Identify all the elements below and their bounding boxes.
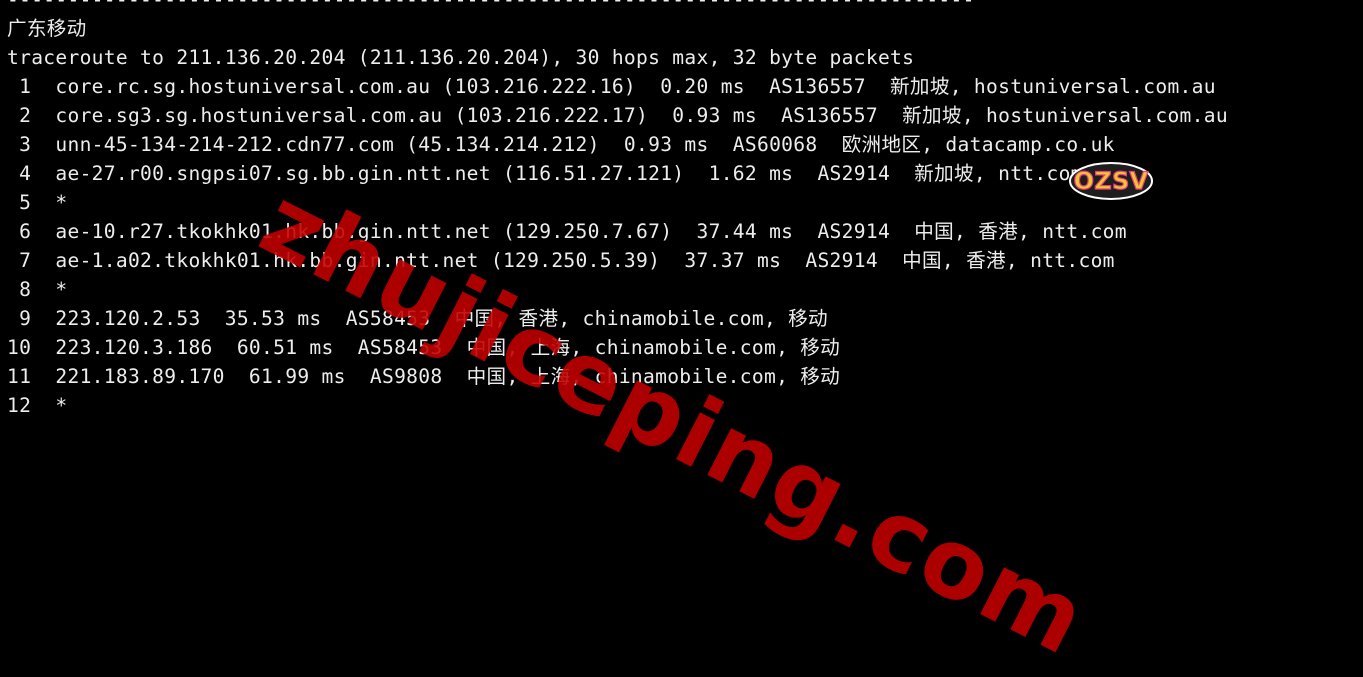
hop-line-10: 10 223.120.3.186 60.51 ms AS58453 中国, 上海… [7, 336, 841, 359]
hop-line-11: 11 221.183.89.170 61.99 ms AS9808 中国, 上海… [7, 365, 841, 388]
hop-line-1: 1 core.rc.sg.hostuniversal.com.au (103.2… [7, 75, 1216, 98]
hop-line-7: 7 ae-1.a02.tkokhk01.hk.bb.gin.ntt.net (1… [7, 249, 1115, 272]
hop-line-4: 4 ae-27.r00.sngpsi07.sg.bb.gin.ntt.net (… [7, 162, 1083, 185]
hop-line-3: 3 unn-45-134-214-212.cdn77.com (45.134.2… [7, 133, 1115, 156]
hop-line-12: 12 * [7, 394, 68, 417]
hop-line-8: 8 * [7, 278, 68, 301]
hop-line-5: 5 * [7, 191, 68, 214]
hop-line-6: 6 ae-10.r27.tkokhk01.hk.bb.gin.ntt.net (… [7, 220, 1127, 243]
hop-line-9: 9 223.120.2.53 35.53 ms AS58453 中国, 香港, … [7, 307, 828, 330]
traceroute-command: traceroute to 211.136.20.204 (211.136.20… [7, 46, 915, 69]
separator-line: ----------------------------------------… [7, 0, 1363, 14]
terminal-output[interactable]: ----------------------------------------… [7, 0, 1363, 417]
hop-line-2: 2 core.sg3.sg.hostuniversal.com.au (103.… [7, 104, 1228, 127]
section-title: 广东移动 [7, 17, 87, 40]
